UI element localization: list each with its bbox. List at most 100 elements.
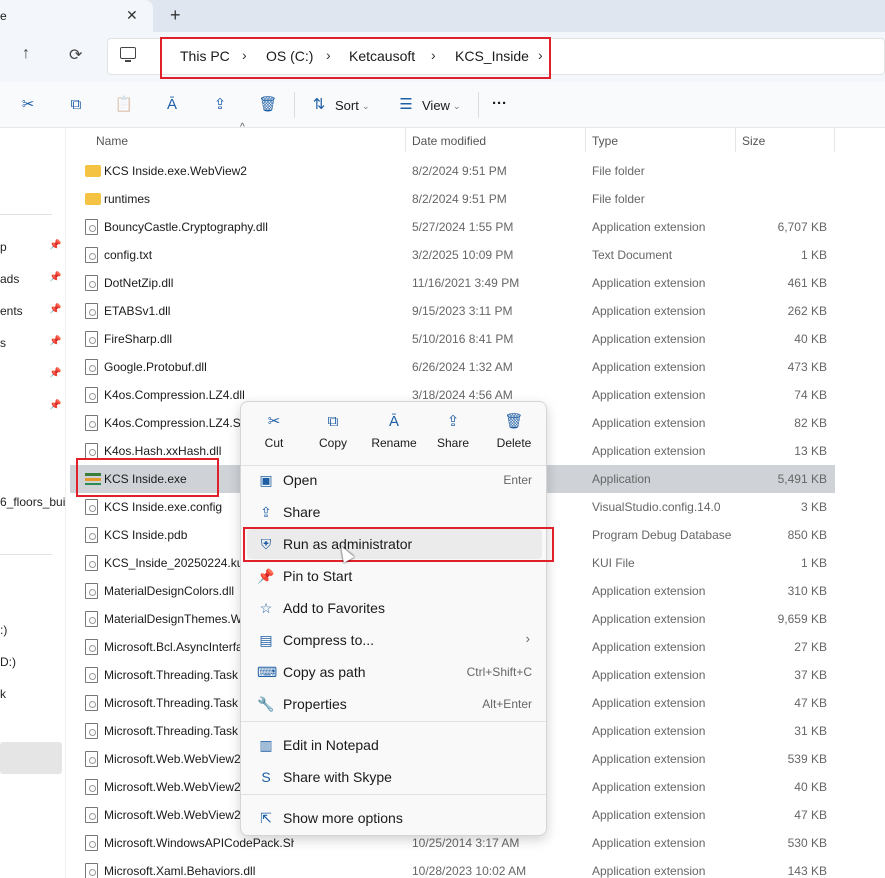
menu-item-share[interactable]: ⇪ Share (247, 497, 542, 527)
pin-icon: 📌 (49, 400, 62, 411)
file-icon (85, 863, 98, 878)
file-type: Application extension (592, 808, 706, 822)
divider (735, 128, 736, 152)
column-type[interactable]: Type (592, 134, 618, 148)
table-row[interactable]: Microsoft.Xaml.Behaviors.dll 10/28/2023 1… (70, 857, 835, 878)
column-name[interactable]: Name (96, 134, 128, 148)
table-row[interactable]: KCS Inside.exe.WebView2 8/2/2024 9:51 PM F… (70, 157, 835, 185)
table-row[interactable]: config.txt 3/2/2025 10:09 PM Text Document… (70, 241, 835, 269)
delete-icon[interactable]: 🗑 (258, 95, 277, 113)
file-size: 850 KB (787, 528, 827, 542)
file-size: 461 KB (787, 276, 827, 290)
new-tab-icon[interactable]: + (170, 5, 181, 26)
file-date: 3/18/2024 4:56 AM (412, 388, 513, 402)
divider (585, 128, 586, 152)
menu-item-compress-to[interactable]: ▤ Compress to... › (247, 625, 542, 655)
file-type: Program Debug Database (592, 528, 732, 542)
sidebar-item[interactable]: 6_floors_bui (0, 495, 65, 509)
sidebar-item[interactable]: s (0, 336, 6, 350)
sidebar-item[interactable]: D:) (0, 655, 16, 669)
delete-label: Delete (496, 436, 532, 450)
file-icon (85, 443, 98, 459)
column-date[interactable]: Date modified (412, 134, 486, 148)
file-size: 47 KB (794, 808, 827, 822)
menu-item-label: Share with Skype (283, 769, 392, 785)
more-options-icon[interactable]: ··· (492, 95, 507, 112)
share-label: Share (436, 436, 470, 450)
tab-current[interactable]: e ✕ (0, 0, 153, 32)
menu-item-label: Share (283, 504, 321, 520)
table-row[interactable]: ETABSv1.dll 9/15/2023 3:11 PM Application … (70, 297, 835, 325)
sort-up-icon: ^ (240, 122, 245, 133)
menu-item-label: Add to Favorites (283, 600, 385, 616)
file-size: 3 KB (800, 500, 827, 514)
sidebar-item[interactable]: :) (0, 623, 7, 637)
file-icon (85, 583, 98, 599)
notepad-icon: ▥ (259, 737, 273, 753)
sidebar-item[interactable]: ents (0, 304, 23, 318)
chevron-down-icon[interactable]: ⌄ (362, 101, 370, 112)
sort-button[interactable]: Sort (335, 98, 359, 113)
table-row[interactable]: FireSharp.dll 5/10/2016 8:41 PM Applicatio… (70, 325, 835, 353)
file-name: K4os.Compression.LZ4.dll (104, 388, 245, 402)
table-row[interactable]: Google.Protobuf.dll 6/26/2024 1:32 AM Appl… (70, 353, 835, 381)
menu-item-pin-to-start[interactable]: 📌 Pin to Start (247, 561, 542, 591)
file-type: Application extension (592, 416, 706, 430)
refresh-icon[interactable]: ⟳ (69, 45, 82, 65)
share-icon[interactable]: ⇪ (211, 95, 229, 113)
file-icon (85, 835, 98, 851)
file-size: 82 KB (794, 416, 827, 430)
sidebar-item[interactable]: k (0, 687, 6, 701)
divider (0, 554, 52, 555)
table-row[interactable]: BouncyCastle.Cryptography.dll 5/27/2024 1… (70, 213, 835, 241)
copy-button[interactable]: ⧉ Copy (308, 412, 358, 456)
copy-icon[interactable]: ⧉ (67, 95, 85, 113)
rename-button[interactable]: Ā Rename (369, 412, 419, 456)
column-size[interactable]: Size (742, 134, 765, 148)
chevron-down-icon[interactable]: ⌄ (453, 101, 461, 112)
sidebar-item[interactable]: ads (0, 272, 19, 286)
view-icon[interactable]: ☰ (397, 95, 415, 113)
table-row[interactable]: runtimes 8/2/2024 9:51 PM File folder (70, 185, 835, 213)
app-window-icon: ▣ (259, 472, 273, 488)
menu-item-copy-as-path[interactable]: ⌨ Copy as path Ctrl+Shift+C (247, 657, 542, 687)
file-name: DotNetZip.dll (104, 276, 174, 290)
file-size: 473 KB (787, 360, 827, 374)
file-icon (85, 415, 98, 431)
file-name: Microsoft.Xaml.Behaviors.dll (104, 864, 256, 878)
rename-icon: Ā (388, 413, 399, 430)
cut-button[interactable]: ✂ Cut (249, 412, 299, 456)
sort-icon[interactable]: ⇅ (310, 95, 328, 113)
delete-button[interactable]: 🗑 Delete (489, 412, 539, 456)
paste-icon[interactable]: 📋 (115, 95, 134, 113)
file-icon (85, 247, 98, 263)
menu-item-share-with-skype[interactable]: S Share with Skype (247, 762, 542, 792)
highlight-run-as-admin (243, 527, 554, 562)
file-size: 530 KB (787, 836, 827, 850)
sidebar-item[interactable]: p (0, 240, 7, 254)
menu-item-open[interactable]: ▣ Open Enter (247, 465, 542, 495)
delete-icon: 🗑 (504, 413, 524, 430)
cut-label: Cut (264, 436, 284, 450)
menu-item-add-to-favorites[interactable]: ☆ Add to Favorites (247, 593, 542, 623)
file-type: Application extension (592, 360, 706, 374)
table-row[interactable]: DotNetZip.dll 11/16/2021 3:49 PM Applicati… (70, 269, 835, 297)
menu-item-show-more-options[interactable]: ⇱ Show more options (247, 803, 542, 833)
file-size: 27 KB (794, 640, 827, 654)
star-icon: ☆ (259, 600, 273, 616)
file-type: Application extension (592, 304, 706, 318)
file-date: 10/28/2023 10:02 AM (412, 864, 527, 878)
wrench-icon: 🔧 (257, 696, 275, 712)
file-size: 31 KB (794, 724, 827, 738)
close-icon[interactable]: ✕ (126, 7, 138, 24)
share-button[interactable]: ⇪ Share (428, 412, 478, 456)
up-arrow-icon[interactable]: ↑ (22, 45, 30, 63)
menu-item-properties[interactable]: 🔧 Properties Alt+Enter (247, 689, 542, 719)
menu-item-edit-in-notepad[interactable]: ▥ Edit in Notepad (247, 730, 542, 760)
file-size: 74 KB (794, 388, 827, 402)
cut-icon[interactable]: ✂ (19, 95, 37, 113)
view-button[interactable]: View (422, 98, 450, 113)
file-name: BouncyCastle.Cryptography.dll (104, 220, 268, 234)
rename-icon[interactable]: Ā (163, 95, 181, 113)
file-icon (85, 303, 98, 319)
